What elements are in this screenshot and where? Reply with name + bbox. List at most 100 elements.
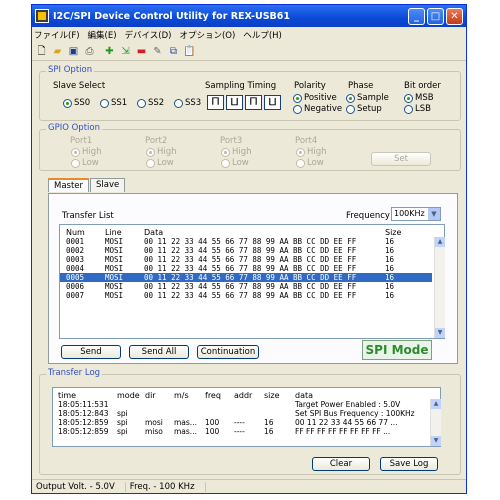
scroll-down-icon[interactable]: ▼ <box>431 436 441 446</box>
timing-mode-3-button[interactable]: ⨆ <box>264 95 281 110</box>
close-button[interactable]: ✕ <box>446 7 463 25</box>
radio-ss2[interactable]: SS2 <box>137 98 164 108</box>
port3-label: Port3 <box>220 136 243 146</box>
app-icon <box>35 9 49 23</box>
menu-device[interactable]: デバイス(D) <box>125 29 172 41</box>
radio-dot <box>221 158 230 168</box>
log-row[interactable]: 18:05:12:859 spi miso mas... 100 ---- 16 FF FF … <box>53 427 428 436</box>
radio-sample[interactable]: Sample <box>346 93 389 103</box>
port3-low-radio[interactable]: Low <box>221 158 249 168</box>
maximize-button[interactable]: □ <box>427 7 444 25</box>
edit-icon[interactable]: ✎ <box>151 45 164 58</box>
radio-msb[interactable]: MSB <box>404 93 434 103</box>
radio-ss1[interactable]: SS1 <box>100 98 127 108</box>
log-cell-mode: spi <box>117 418 128 427</box>
radio-ss3[interactable]: SS3 <box>174 98 201 108</box>
log-header-mode: mode <box>117 391 140 400</box>
continuation-button[interactable]: Continuation <box>197 345 259 359</box>
table-row[interactable]: 0002 MOSI 00 11 22 33 44 55 66 77 88 99 AA… <box>60 246 432 255</box>
log-header-addr: addr <box>234 391 253 400</box>
radio-dot <box>293 93 302 103</box>
cell-size: 16 <box>385 246 395 255</box>
log-cell-ms: mas... <box>174 418 197 427</box>
port4-low-radio[interactable]: Low <box>296 158 324 168</box>
timing-mode-0-button[interactable]: ⨅ <box>207 95 224 110</box>
table-row[interactable]: 0004 MOSI 00 11 22 33 44 55 66 77 88 99 AA… <box>60 264 432 273</box>
tab-slave[interactable]: Slave <box>90 178 126 192</box>
cell-data: 00 11 22 33 44 55 66 77 88 99 AA BB CC D… <box>144 237 357 246</box>
remove-icon[interactable]: ▬ <box>135 45 148 58</box>
radio-dot <box>404 104 413 114</box>
radio-dot <box>296 158 305 168</box>
frequency-select[interactable]: 100KHz ▼ <box>391 207 441 221</box>
paste-icon[interactable]: 📋 <box>183 45 196 58</box>
radio-setup[interactable]: Setup <box>346 104 382 114</box>
port2-high-radio[interactable]: High <box>146 147 177 157</box>
transfer-list-scrollbar[interactable]: ▲ ▼ <box>434 237 445 338</box>
new-icon[interactable]: 🗋 <box>35 45 48 58</box>
port1-label: Port1 <box>70 136 93 146</box>
table-row[interactable]: 0006 MOSI 00 11 22 33 44 55 66 77 88 99 AA… <box>60 282 432 291</box>
log-cell-dir: mosi <box>145 418 163 427</box>
cell-line: MOSI <box>105 264 124 273</box>
scroll-down-icon[interactable]: ▼ <box>435 328 445 338</box>
table-row[interactable]: 0001 MOSI 00 11 22 33 44 55 66 77 88 99 AA… <box>60 237 432 246</box>
table-row[interactable]: 0007 MOSI 00 11 22 33 44 55 66 77 88 99 AA… <box>60 291 432 300</box>
log-row[interactable]: 18:05:12:859 spi mosi mas... 100 ---- 16 00 11 … <box>53 418 428 427</box>
cell-size: 16 <box>385 264 395 273</box>
port1-high-radio[interactable]: High <box>71 147 102 157</box>
cell-size: 16 <box>385 255 395 264</box>
menu-edit[interactable]: 編集(E) <box>88 29 117 41</box>
add-icon[interactable]: ✚ <box>103 45 116 58</box>
log-cell-time: 18:05:12:843 <box>58 409 109 418</box>
log-row[interactable]: 18:05:12:843 spi Set SPI Bus Frequency : 1… <box>53 409 428 418</box>
menu-options[interactable]: オプション(O) <box>179 29 235 41</box>
cell-line: MOSI <box>105 237 124 246</box>
frequency-label: Frequency <box>346 211 390 221</box>
save-icon[interactable]: ▣ <box>67 45 80 58</box>
log-cell-data: Target Power Enabled : 5.0V <box>295 400 401 409</box>
table-row[interactable]: 0005 MOSI 00 11 22 33 44 55 66 77 88 99 AA… <box>60 273 432 282</box>
cell-data: 00 11 22 33 44 55 66 77 88 99 AA BB CC D… <box>144 255 357 264</box>
port1-low-radio[interactable]: Low <box>71 158 99 168</box>
cell-data: 00 11 22 33 44 55 66 77 88 99 AA BB CC D… <box>144 264 357 273</box>
status-frequency: Freq. - 100 KHz <box>126 482 206 492</box>
radio-lsb[interactable]: LSB <box>404 104 431 114</box>
print-icon[interactable]: ⎙ <box>83 45 96 58</box>
log-row[interactable]: 18:05:11:531 Target Power Enabled : 5.0V <box>53 400 428 409</box>
port4-high-radio[interactable]: High <box>296 147 327 157</box>
radio-ss0[interactable]: SS0 <box>63 98 90 108</box>
transfer-list-label: Transfer List <box>62 211 114 221</box>
cell-line: MOSI <box>105 273 124 282</box>
copy-icon[interactable]: ⧉ <box>167 45 180 58</box>
send-button[interactable]: Send <box>61 345 121 359</box>
cell-num: 0007 <box>66 291 85 300</box>
radio-positive[interactable]: Positive <box>293 93 337 103</box>
phase-label: Phase <box>348 81 374 91</box>
timing-mode-2-button[interactable]: ⨅ <box>245 95 262 110</box>
scroll-up-icon[interactable]: ▲ <box>431 399 441 409</box>
scroll-up-icon[interactable]: ▲ <box>435 237 445 247</box>
cell-num: 0004 <box>66 264 85 273</box>
minimize-button[interactable]: _ <box>408 7 425 25</box>
send-all-button[interactable]: Send All <box>129 345 189 359</box>
open-icon[interactable]: ▰ <box>51 45 64 58</box>
insert-icon[interactable]: ⇲ <box>119 45 132 58</box>
menu-help[interactable]: ヘルプ(H) <box>243 29 282 41</box>
port2-low-radio[interactable]: Low <box>146 158 174 168</box>
table-row[interactable]: 0003 MOSI 00 11 22 33 44 55 66 77 88 99 AA… <box>60 255 432 264</box>
timing-mode-1-button[interactable]: ⨆ <box>226 95 243 110</box>
gpio-option-label: GPIO Option <box>46 123 102 133</box>
radio-negative[interactable]: Negative <box>293 104 342 114</box>
gpio-set-button[interactable]: Set <box>371 152 431 166</box>
toolbar: 🗋 ▰ ▣ ⎙ ✚ ⇲ ▬ ✎ ⧉ 📋 <box>32 43 466 61</box>
log-cell-data: Set SPI Bus Frequency : 100KHz <box>295 409 415 418</box>
port3-high-radio[interactable]: High <box>221 147 252 157</box>
menu-file[interactable]: ファイル(F) <box>34 29 80 41</box>
cell-num: 0006 <box>66 282 85 291</box>
log-header-freq: freq <box>205 391 221 400</box>
clear-button[interactable]: Clear <box>312 457 370 471</box>
transfer-log-scrollbar[interactable]: ▲ ▼ <box>430 399 441 446</box>
tab-master[interactable]: Master <box>48 178 90 192</box>
save-log-button[interactable]: Save Log <box>380 457 438 471</box>
